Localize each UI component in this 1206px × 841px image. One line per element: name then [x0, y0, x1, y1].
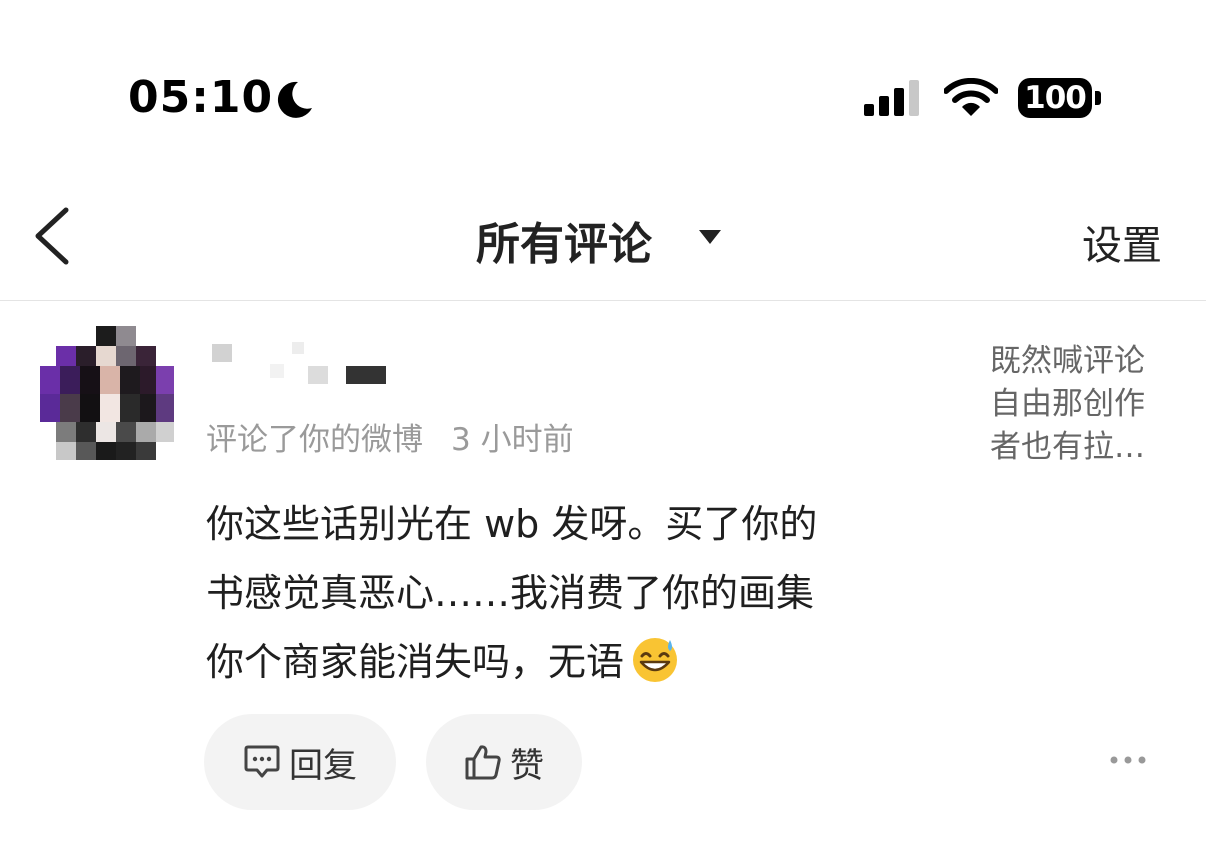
reply-label: 回复: [289, 745, 357, 786]
back-button[interactable]: [30, 206, 74, 266]
comment-bubble-icon: [244, 745, 280, 778]
like-button[interactable]: 赞: [426, 714, 582, 810]
quoted-line: 既然喊评论: [990, 343, 1145, 379]
comment-text: 你这些话别光在 wb 发呀。买了你的 书感觉真恶心……我消费了你的画集 你个商家…: [206, 490, 926, 697]
comment-line: 你这些话别光在 wb 发呀。买了你的: [206, 502, 818, 546]
thumbs-up-icon: [465, 745, 501, 780]
settings-button[interactable]: 设置: [1082, 213, 1162, 271]
quoted-line: 自由那创作: [990, 386, 1145, 422]
quoted-post-preview[interactable]: 既然喊评论 自由那创作 者也有拉…: [990, 340, 1175, 469]
wifi-icon: [944, 78, 998, 116]
like-label: 赞: [510, 745, 544, 786]
more-dots-icon[interactable]: [1108, 748, 1148, 772]
battery-tip: [1095, 91, 1101, 105]
action-text: 评论了你的微博: [206, 422, 423, 458]
header-divider: [0, 300, 1206, 301]
reply-button[interactable]: 回复: [204, 714, 396, 810]
moon-icon: [277, 81, 312, 118]
battery-level: 100: [1018, 78, 1092, 118]
comment-line: 书感觉真恶心……我消费了你的画集: [206, 571, 815, 615]
cellular-signal-icon: [864, 80, 919, 116]
status-time: 05:10: [128, 72, 274, 123]
battery-icon: 100: [1018, 78, 1104, 118]
avatar[interactable]: [40, 326, 174, 460]
page-title[interactable]: 所有评论: [476, 208, 652, 272]
grinning-sweat-emoji: [633, 638, 678, 682]
quoted-line: 者也有拉…: [990, 429, 1145, 465]
comment-time: 3 小时前: [451, 422, 574, 458]
comment-line: 你个商家能消失吗，无语: [206, 628, 926, 697]
username-pixelated[interactable]: [210, 342, 390, 384]
comment-line-text: 你个商家能消失吗，无语: [206, 640, 625, 684]
comment-meta: 评论了你的微博 3 小时前: [206, 414, 574, 459]
caret-down-icon[interactable]: [697, 228, 723, 246]
